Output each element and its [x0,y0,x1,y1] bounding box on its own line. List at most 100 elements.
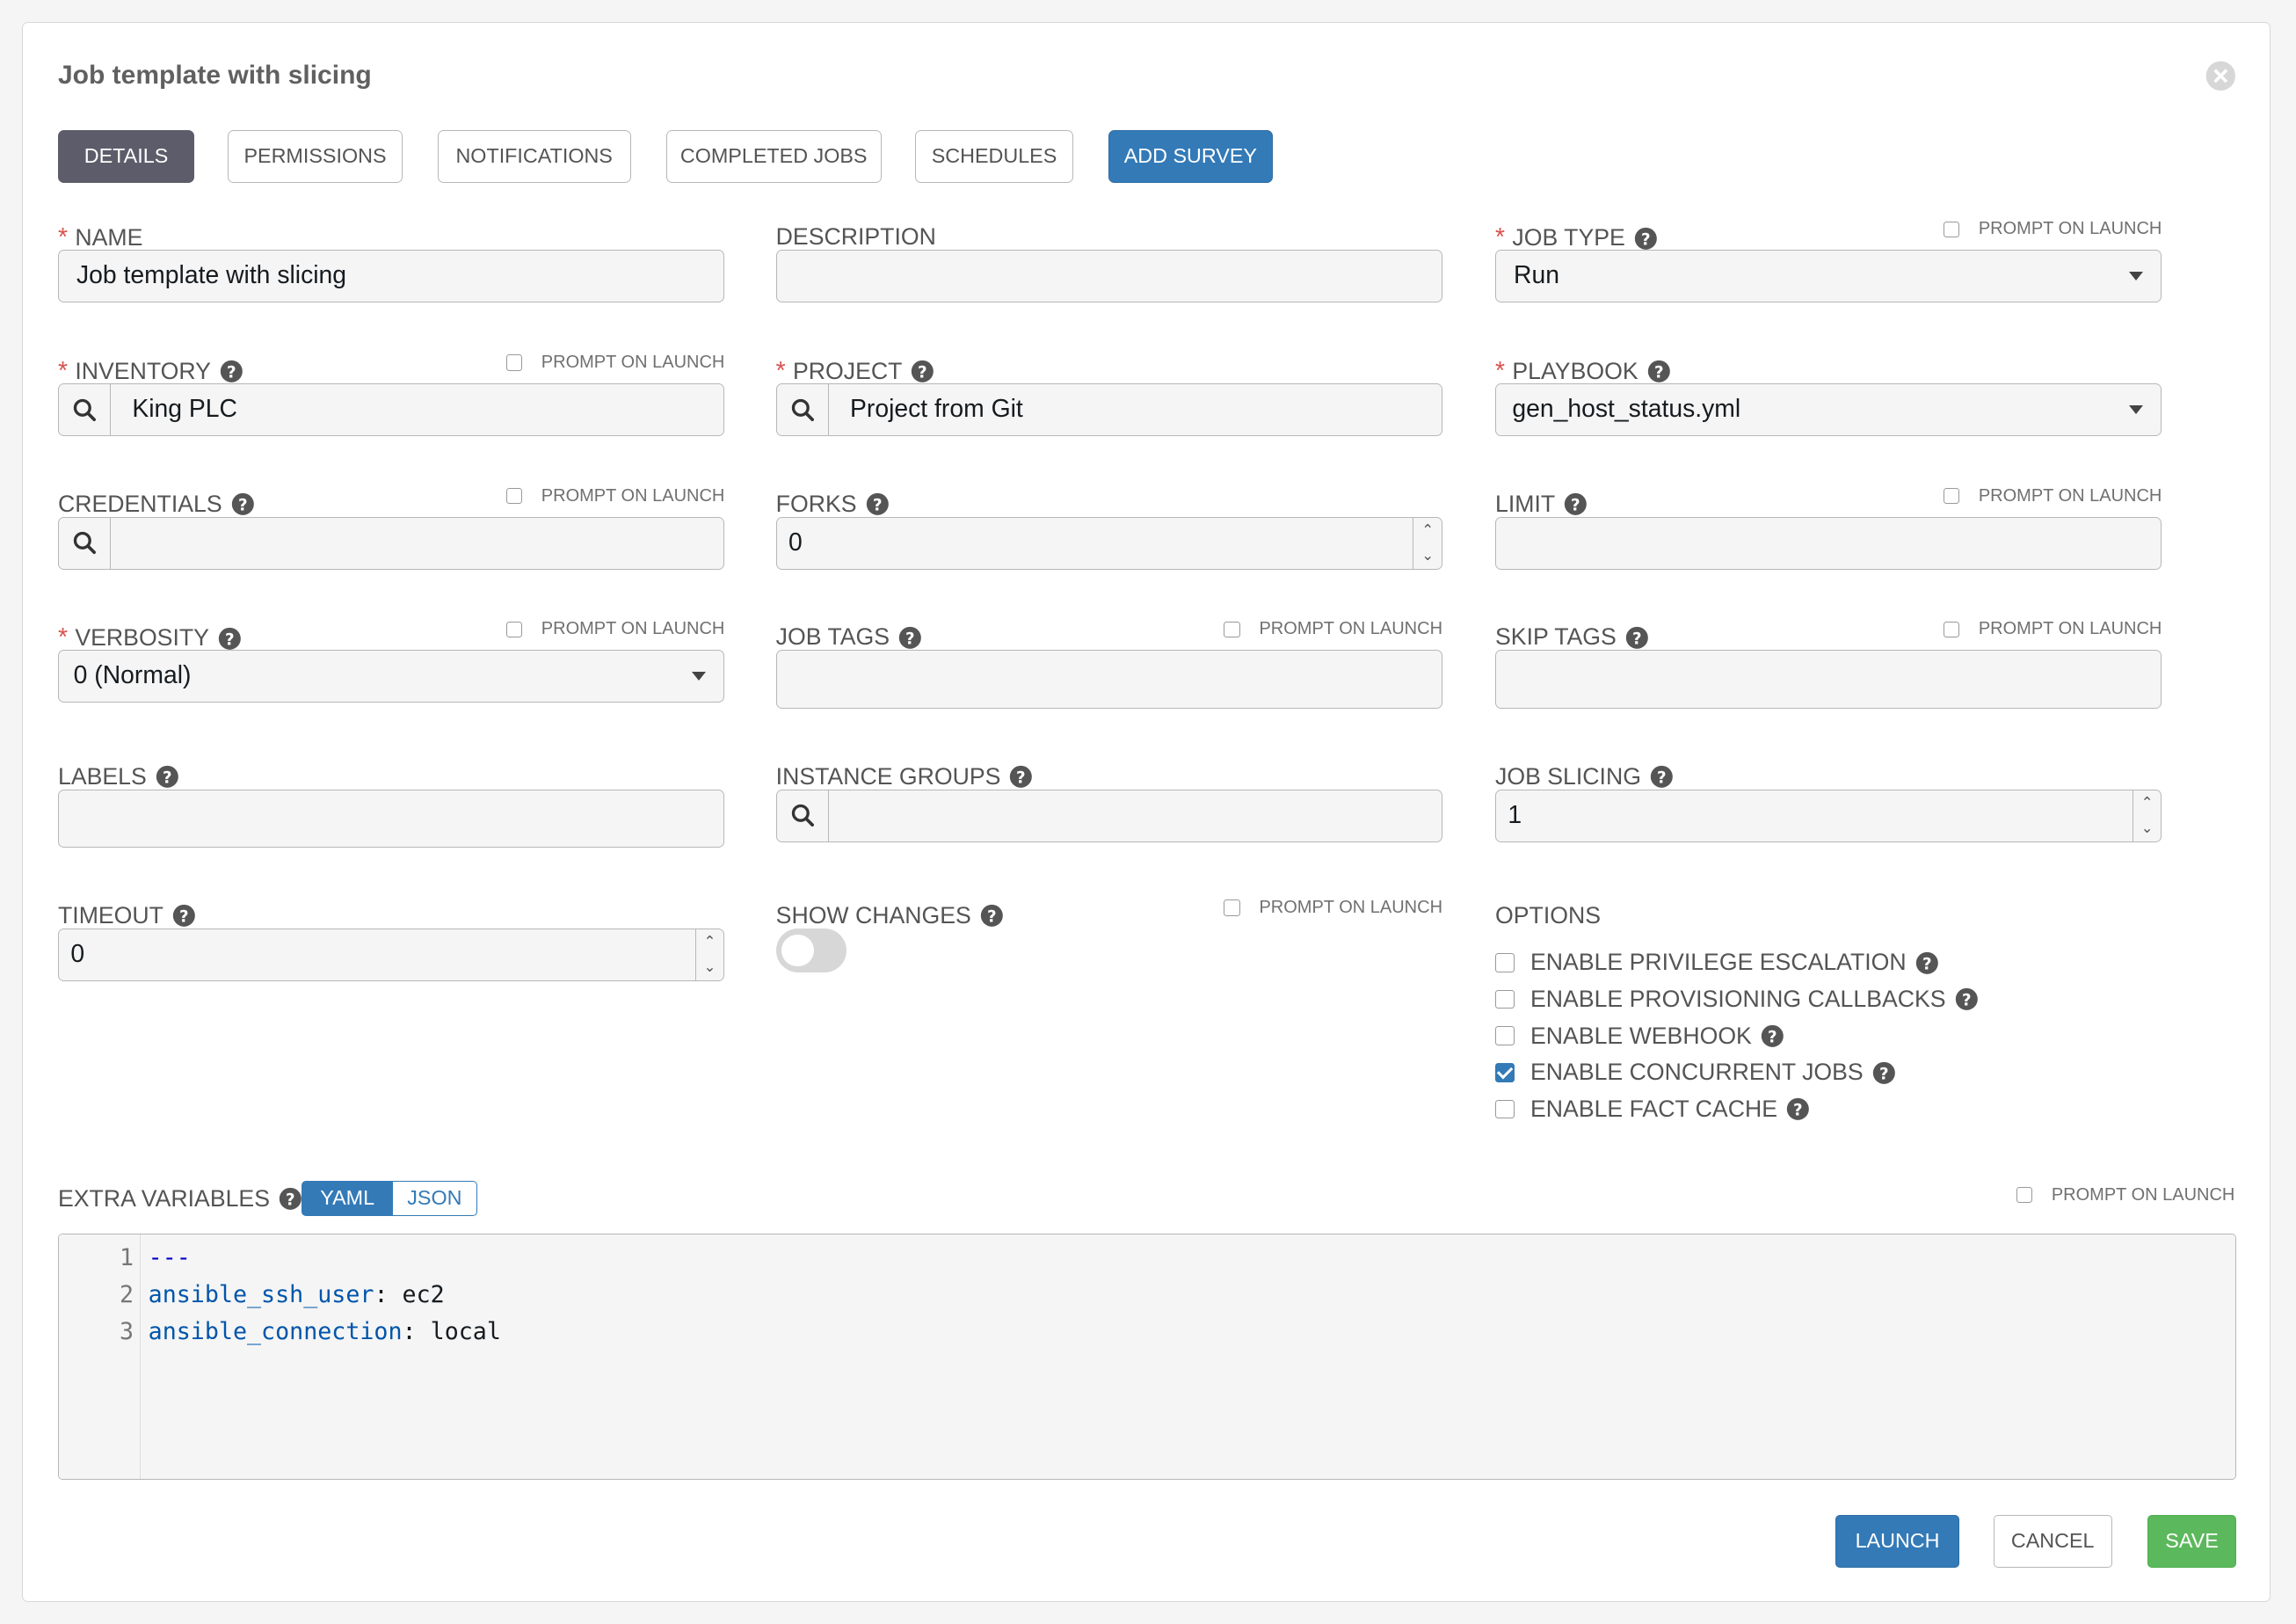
help-icon[interactable] [220,360,243,383]
tab-completed-jobs[interactable]: COMPLETED JOBS [665,129,882,183]
launch-button[interactable]: LAUNCH [1835,1514,1960,1568]
cancel-button[interactable]: CANCEL [1993,1514,2112,1568]
name-input[interactable]: Job template with slicing [58,250,725,303]
project-lookup[interactable]: Project from Git [775,383,1443,436]
help-icon[interactable] [1625,626,1649,650]
prompt-checkbox[interactable] [1224,899,1240,916]
enable-concurrent-jobs-option[interactable]: ENABLE CONCURRENT JOBS [1495,1059,1895,1086]
help-icon[interactable] [1761,1024,1784,1048]
credentials-prompt-on-launch[interactable]: PROMPT ON LAUNCH [505,486,724,506]
help-icon[interactable] [1915,951,1939,975]
help-icon[interactable] [156,765,179,789]
extra-variables-prompt-on-launch[interactable]: PROMPT ON LAUNCH [2016,1185,2234,1205]
job-type-select[interactable]: Run [1495,250,2162,303]
help-icon[interactable] [1650,765,1674,789]
job-tags-label: JOB TAGS [775,623,890,651]
playbook-select[interactable]: gen_host_status.yml [1495,383,2162,436]
limit-prompt-on-launch[interactable]: PROMPT ON LAUNCH [1943,486,2162,506]
json-toggle-button[interactable]: JSON [392,1180,477,1216]
code-line: --- [148,1244,191,1272]
chevron-down-icon [692,672,707,681]
show-changes-prompt-on-launch[interactable]: PROMPT ON LAUNCH [1224,898,1442,918]
add-survey-button[interactable]: ADD SURVEY [1108,129,1273,183]
help-icon[interactable] [1647,360,1671,383]
help-icon[interactable] [980,904,1004,928]
checkbox-checked[interactable] [1495,1063,1515,1082]
line-number: 3 [119,1317,134,1345]
job-type-prompt-on-launch[interactable]: PROMPT ON LAUNCH [1943,219,2162,239]
save-button[interactable]: SAVE [2147,1514,2237,1568]
help-icon[interactable] [1872,1061,1896,1085]
prompt-checkbox[interactable] [505,488,523,505]
name-label: NAME [75,224,143,251]
yaml-toggle-button[interactable]: YAML [301,1180,394,1216]
help-icon[interactable] [172,904,196,928]
checkbox[interactable] [1495,1099,1515,1119]
help-icon[interactable] [231,492,255,516]
number-stepper[interactable]: ⌃ ⌄ [2132,790,2162,841]
tab-schedules[interactable]: SCHEDULES [915,129,1074,183]
close-icon[interactable] [2205,60,2237,92]
help-icon[interactable] [866,492,890,516]
help-icon[interactable] [218,627,242,651]
timeout-input[interactable]: 0 ⌃ ⌄ [58,929,725,982]
options-label: OPTIONS [1495,902,1601,929]
prompt-checkbox[interactable] [1943,221,1960,237]
enable-provisioning-callbacks-option[interactable]: ENABLE PROVISIONING CALLBACKS [1495,986,1978,1013]
search-icon[interactable] [59,517,112,569]
enable-webhook-option[interactable]: ENABLE WEBHOOK [1495,1023,1784,1050]
job-tags-input[interactable] [775,650,1443,709]
checkbox[interactable] [1495,1026,1515,1045]
help-icon[interactable] [1634,227,1658,251]
search-icon[interactable] [777,790,829,841]
labels-input[interactable] [58,789,725,848]
verbosity-select[interactable]: 0 (Normal) [58,650,725,703]
forks-input[interactable]: 0 ⌃ ⌄ [775,516,1443,570]
description-input[interactable] [775,250,1443,303]
project-label: PROJECT [793,358,903,384]
enable-privilege-escalation-option[interactable]: ENABLE PRIVILEGE ESCALATION [1495,949,1938,976]
number-stepper[interactable]: ⌃ ⌄ [694,929,724,981]
help-icon[interactable] [898,626,922,650]
verbosity-label: VERBOSITY [75,624,209,652]
show-changes-toggle[interactable] [775,929,846,973]
skip-tags-input[interactable] [1495,650,2162,709]
instance-groups-lookup[interactable] [775,789,1443,842]
prompt-checkbox[interactable] [2016,1187,2033,1204]
job-tags-prompt-on-launch[interactable]: PROMPT ON LAUNCH [1224,619,1442,639]
help-icon[interactable] [1564,492,1588,516]
prompt-checkbox[interactable] [505,621,523,637]
skip-tags-prompt-on-launch[interactable]: PROMPT ON LAUNCH [1943,619,2162,639]
prompt-checkbox[interactable] [505,354,523,371]
tab-notifications[interactable]: NOTIFICATIONS [437,129,631,183]
help-icon[interactable] [911,360,934,383]
search-icon[interactable] [777,384,829,435]
playbook-label: PLAYBOOK [1512,358,1638,384]
tab-permissions[interactable]: PERMISSIONS [228,129,403,183]
labels-label: LABELS [58,762,147,790]
help-icon[interactable] [279,1187,302,1211]
job-slicing-input[interactable]: 1 ⌃ ⌄ [1495,789,2162,842]
help-icon[interactable] [1009,765,1033,789]
credentials-lookup[interactable] [58,516,725,570]
search-icon[interactable] [59,384,112,435]
tab-details[interactable]: DETAILS [58,129,194,183]
limit-label: LIMIT [1495,490,1556,517]
inventory-lookup[interactable]: King PLC [58,383,725,436]
checkbox[interactable] [1495,989,1515,1009]
verbosity-prompt-on-launch[interactable]: PROMPT ON LAUNCH [505,619,724,639]
extra-variables-editor[interactable]: 1 2 3 --- ansible_ssh_user: ec2 ansible_… [58,1233,2237,1480]
checkbox[interactable] [1495,953,1515,972]
number-stepper[interactable]: ⌃ ⌄ [1413,517,1442,569]
prompt-checkbox[interactable] [1224,621,1240,637]
limit-input[interactable] [1495,516,2162,570]
chevron-down-icon [2129,272,2144,281]
job-template-panel: Job template with slicing DETAILS PERMIS… [22,22,2271,1602]
enable-fact-cache-option[interactable]: ENABLE FACT CACHE [1495,1096,1810,1123]
inventory-prompt-on-launch[interactable]: PROMPT ON LAUNCH [505,353,724,373]
help-icon[interactable] [1955,987,1979,1011]
help-icon[interactable] [1786,1097,1810,1121]
prompt-checkbox[interactable] [1943,621,1960,637]
prompt-checkbox[interactable] [1943,488,1960,505]
timeout-label: TIMEOUT [58,902,163,929]
